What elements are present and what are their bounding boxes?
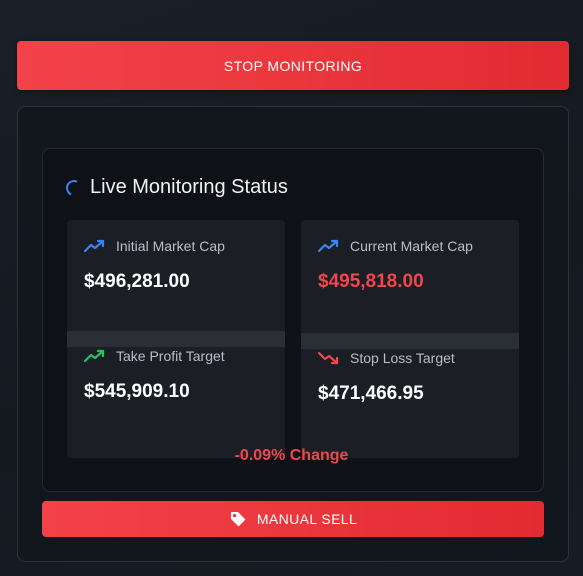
stop-monitoring-button[interactable]: STOP MONITORING bbox=[17, 41, 569, 90]
metric-stop-loss-target: Stop Loss Target $471,466.95 bbox=[318, 350, 455, 405]
trend-up-icon bbox=[84, 238, 106, 254]
metric-divider-left bbox=[67, 331, 285, 347]
metric-take-profit-target: Take Profit Target $545,909.10 bbox=[84, 348, 225, 403]
metric-value: $545,909.10 bbox=[84, 381, 190, 402]
tag-icon bbox=[229, 510, 247, 528]
metric-label: Stop Loss Target bbox=[350, 350, 455, 366]
metric-label: Take Profit Target bbox=[116, 348, 225, 364]
trend-up-icon bbox=[318, 238, 340, 254]
metric-initial-market-cap: Initial Market Cap $496,281.00 bbox=[84, 238, 225, 293]
percent-change: -0.09% Change bbox=[234, 447, 349, 464]
loading-spinner-icon bbox=[63, 177, 85, 198]
metric-value: $496,281.00 bbox=[84, 271, 190, 292]
metric-label: Initial Market Cap bbox=[116, 238, 225, 254]
manual-sell-label: MANUAL SELL bbox=[256, 511, 358, 527]
status-header: Live Monitoring Status bbox=[63, 176, 288, 199]
metric-label: Current Market Cap bbox=[350, 238, 473, 254]
trend-down-icon bbox=[318, 350, 340, 366]
trend-up-icon bbox=[84, 348, 106, 364]
status-title: Live Monitoring Status bbox=[90, 176, 288, 198]
manual-sell-button[interactable]: MANUAL SELL bbox=[42, 501, 544, 537]
metric-divider-right bbox=[301, 333, 519, 349]
metric-value: $495,818.00 bbox=[318, 271, 424, 292]
metric-current-market-cap: Current Market Cap $495,818.00 bbox=[318, 238, 473, 293]
metric-value: $471,466.95 bbox=[318, 383, 424, 404]
